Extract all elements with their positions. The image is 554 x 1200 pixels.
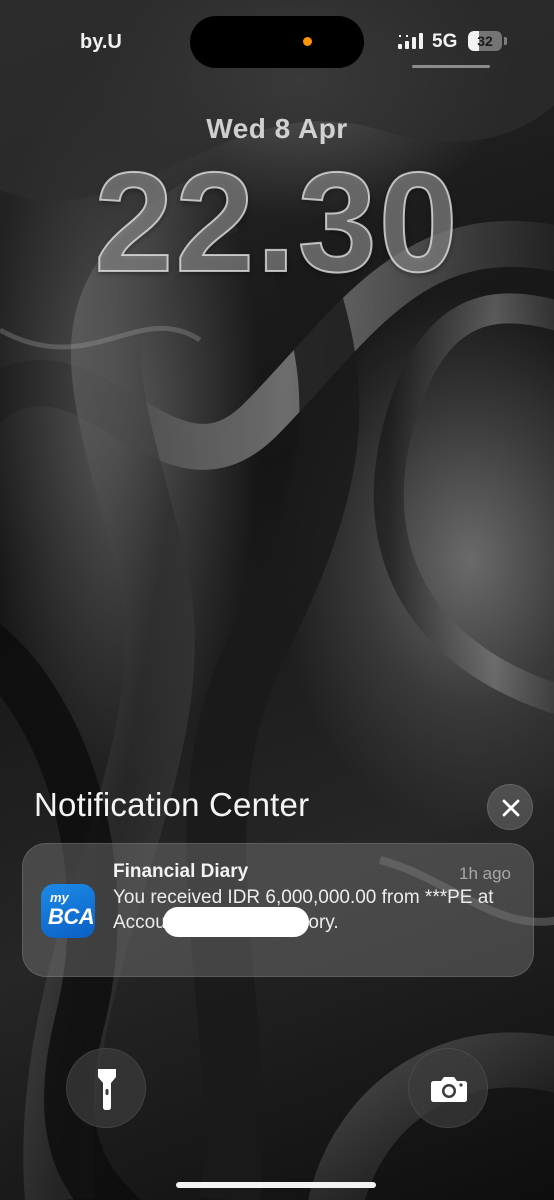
notification-title: Financial Diary xyxy=(113,861,249,882)
app-icon-text-small: my xyxy=(50,890,69,905)
flashlight-button[interactable] xyxy=(66,1048,146,1128)
lock-time: 22.30 xyxy=(93,143,460,302)
notification-time: 1h ago xyxy=(459,864,511,883)
camera-icon xyxy=(431,1077,467,1102)
flashlight-icon xyxy=(98,1069,116,1110)
battery-level: 32 xyxy=(477,33,493,49)
notification-center-title: Notification Center xyxy=(34,786,310,823)
lock-screen: by.U 5G 32 Wed 8 Apr 22.30 Notification … xyxy=(0,0,554,1200)
privacy-indicator-dot xyxy=(303,37,312,46)
clear-notifications-button[interactable] xyxy=(487,784,533,830)
notification-card[interactable]: my BCA Financial Diary 1h ago You receiv… xyxy=(22,843,534,977)
control-center-indicator[interactable] xyxy=(412,65,490,68)
cellular-signal-icon xyxy=(398,33,423,49)
battery-icon: 32 xyxy=(468,31,508,51)
app-icon-text-large: BCA xyxy=(48,904,95,929)
redaction-mark xyxy=(163,907,309,937)
lock-date: Wed 8 Apr xyxy=(206,113,348,144)
status-bar: by.U 5G 32 xyxy=(0,0,554,80)
home-indicator[interactable] xyxy=(176,1182,376,1188)
close-icon xyxy=(502,799,520,817)
camera-button[interactable] xyxy=(408,1048,488,1128)
dynamic-island[interactable] xyxy=(190,16,364,68)
carrier-name: by.U xyxy=(80,31,122,53)
network-type: 5G xyxy=(432,31,458,52)
mybca-app-icon: my BCA xyxy=(41,884,95,938)
